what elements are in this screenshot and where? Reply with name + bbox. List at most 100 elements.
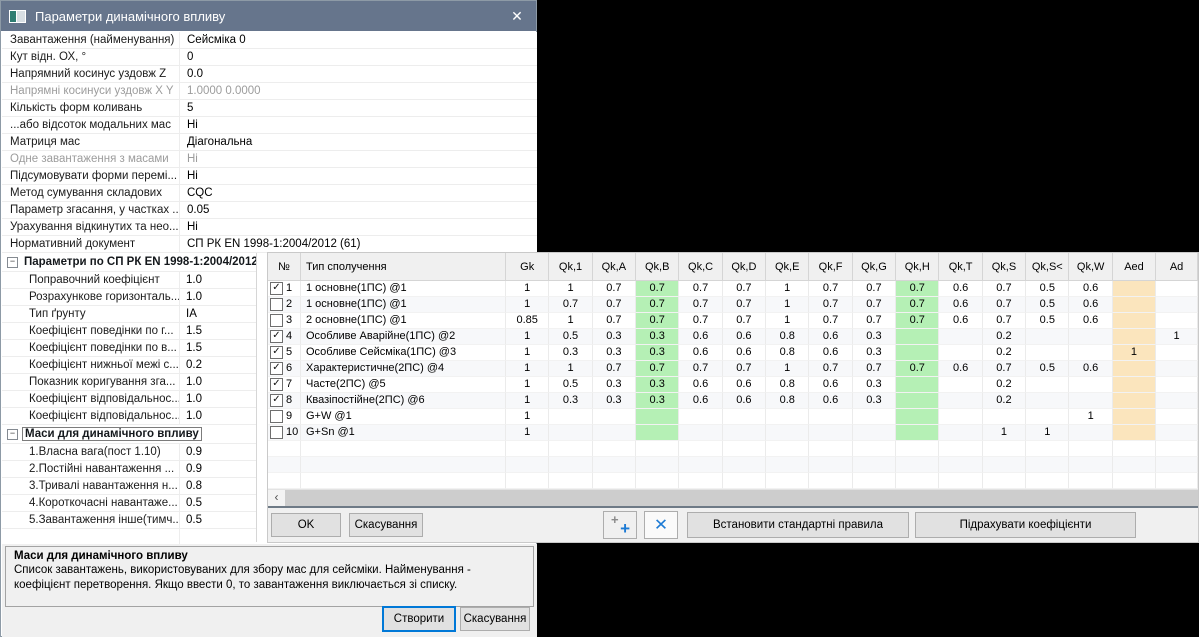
coefficient-cell[interactable]	[1113, 473, 1156, 489]
coefficient-cell[interactable]: 0.7	[549, 297, 592, 313]
coefficient-cell[interactable]: 0.2	[983, 393, 1026, 409]
coefficient-cell[interactable]: 0.6	[679, 393, 722, 409]
tree-row[interactable]: Коефіцієнт поведінки по г...1.5	[2, 323, 256, 340]
coefficient-cell[interactable]	[1069, 377, 1112, 393]
table-row[interactable]: 9G+W @111	[268, 409, 1198, 425]
coefficient-cell[interactable]	[766, 441, 809, 457]
tree-row[interactable]: 5.Завантаження інше(тимч...0.5	[2, 512, 256, 529]
tree-value[interactable]: 1.0	[180, 408, 256, 424]
coefficient-cell[interactable]: 1	[766, 281, 809, 297]
row-number-cell[interactable]: 2	[268, 297, 301, 313]
coefficient-cell[interactable]	[939, 393, 982, 409]
tree-value[interactable]: 0.8	[180, 478, 256, 494]
coefficient-cell[interactable]	[549, 425, 592, 441]
coefficient-cell[interactable]: 0.8	[766, 393, 809, 409]
set-standard-rules-button[interactable]: Встановити стандартні правила	[687, 512, 909, 538]
coefficient-cell[interactable]	[766, 425, 809, 441]
coefficient-cell[interactable]	[939, 425, 982, 441]
row-checkbox[interactable]	[270, 410, 283, 423]
coefficient-cell[interactable]	[679, 441, 722, 457]
combination-name-cell[interactable]: 2 основне(1ПС) @1	[301, 313, 506, 329]
coefficient-cell[interactable]	[1156, 297, 1198, 313]
coefficient-cell[interactable]: 0.7	[809, 297, 852, 313]
property-value[interactable]: 0	[180, 49, 537, 65]
property-row[interactable]: Урахування відкинутих та нео...Ні	[2, 219, 537, 236]
tree-value[interactable]: 0.9	[180, 444, 256, 460]
coefficient-cell[interactable]	[809, 473, 852, 489]
coefficient-cell[interactable]: 0.3	[593, 329, 636, 345]
coefficient-cell[interactable]: 0.8	[766, 377, 809, 393]
property-value[interactable]: Ні	[180, 117, 537, 133]
table-row[interactable]: ✓7Часте(2ПС) @510.50.30.30.60.60.80.60.3…	[268, 377, 1198, 393]
coefficient-cell[interactable]	[1069, 345, 1112, 361]
coefficient-cell[interactable]: 0.6	[809, 345, 852, 361]
scrollbar-thumb[interactable]	[285, 490, 1198, 506]
coefficient-cell[interactable]: 0.7	[896, 281, 939, 297]
coefficient-cell[interactable]: 0.7	[593, 361, 636, 377]
coefficient-cell[interactable]: 0.6	[723, 345, 766, 361]
property-value[interactable]: Діагональна	[180, 134, 537, 150]
coefficient-cell[interactable]	[1156, 361, 1198, 377]
property-row[interactable]: Кут відн. ОХ, °0	[2, 49, 537, 66]
group-header[interactable]: −Параметри по СП РК EN 1998-1:2004/2012	[2, 253, 256, 272]
coefficient-cell[interactable]: 0.6	[939, 281, 982, 297]
property-value[interactable]: Ні	[180, 219, 537, 235]
coefficient-cell[interactable]	[1069, 393, 1112, 409]
coefficient-cell[interactable]	[766, 473, 809, 489]
property-row[interactable]: Напрямні косинуси уздовж X Y1.0000 0.000…	[2, 83, 537, 100]
property-row[interactable]: Параметр згасання, у частках ...0.05	[2, 202, 537, 219]
coefficient-cell[interactable]	[1113, 313, 1156, 329]
coefficient-cell[interactable]	[896, 393, 939, 409]
coefficient-cell[interactable]: 0.7	[983, 361, 1026, 377]
table-row[interactable]: 32 основне(1ПС) @10.8510.70.70.70.710.70…	[268, 313, 1198, 329]
coefficient-cell[interactable]: 0.6	[939, 361, 982, 377]
coefficient-cell[interactable]: 0.6	[723, 329, 766, 345]
row-checkbox[interactable]	[270, 298, 283, 311]
coefficient-cell[interactable]	[1113, 457, 1156, 473]
coefficient-cell[interactable]	[506, 473, 549, 489]
coefficient-cell[interactable]: 0.7	[723, 297, 766, 313]
coefficient-cell[interactable]: 1	[506, 361, 549, 377]
row-number-cell[interactable]	[268, 441, 301, 457]
coefficient-cell[interactable]: 0.3	[636, 377, 679, 393]
coefficient-cell[interactable]	[939, 473, 982, 489]
coefficient-cell[interactable]: 0.7	[723, 361, 766, 377]
combination-name-cell[interactable]: G+W @1	[301, 409, 506, 425]
coefficient-cell[interactable]	[1156, 425, 1198, 441]
combination-name-cell[interactable]: Характеристичне(2ПС) @4	[301, 361, 506, 377]
coefficient-cell[interactable]: 0.5	[1026, 281, 1069, 297]
tree-row[interactable]: Розрахункове горизонталь...1.0	[2, 289, 256, 306]
coefficient-cell[interactable]: 1	[1026, 425, 1069, 441]
coefficient-cell[interactable]	[1156, 393, 1198, 409]
row-checkbox[interactable]: ✓	[270, 394, 283, 407]
coefficient-cell[interactable]: 1	[506, 409, 549, 425]
tree-value[interactable]: IA	[180, 306, 256, 322]
horizontal-scrollbar[interactable]: ‹	[268, 489, 1198, 506]
coefficient-cell[interactable]	[896, 377, 939, 393]
delete-combination-button[interactable]: ✕	[644, 511, 678, 539]
combination-name-cell[interactable]	[301, 457, 506, 473]
titlebar[interactable]: Параметри динамічного впливу ✕	[1, 1, 536, 31]
property-value[interactable]: Ні	[180, 168, 537, 184]
coefficient-cell[interactable]	[1156, 345, 1198, 361]
tree-value[interactable]: 0.5	[180, 495, 256, 511]
coefficient-cell[interactable]	[809, 441, 852, 457]
coefficient-cell[interactable]	[636, 473, 679, 489]
coefficient-cell[interactable]: 0.5	[1026, 361, 1069, 377]
coefficient-cell[interactable]	[1026, 329, 1069, 345]
coefficient-cell[interactable]: 0.6	[679, 377, 722, 393]
coefficient-cell[interactable]	[1113, 425, 1156, 441]
coefficient-cell[interactable]: 0.6	[809, 377, 852, 393]
coefficient-cell[interactable]	[679, 473, 722, 489]
tree-row[interactable]: Коефіцієнт поведінки по в...1.5	[2, 340, 256, 357]
coefficient-cell[interactable]	[1156, 457, 1198, 473]
coefficient-cell[interactable]: 0.7	[636, 281, 679, 297]
coefficient-cell[interactable]: 0.5	[1026, 297, 1069, 313]
coefficient-cell[interactable]: 0.7	[896, 361, 939, 377]
table-row[interactable]: ✓4Особливе Аварійне(1ПС) @210.50.30.30.6…	[268, 329, 1198, 345]
add-combination-button[interactable]: ++	[603, 511, 637, 539]
table-row[interactable]: ✓6Характеристичне(2ПС) @4110.70.70.70.71…	[268, 361, 1198, 377]
coefficient-cell[interactable]	[939, 457, 982, 473]
coefficient-cell[interactable]: 0.3	[593, 393, 636, 409]
coefficient-cell[interactable]	[896, 329, 939, 345]
